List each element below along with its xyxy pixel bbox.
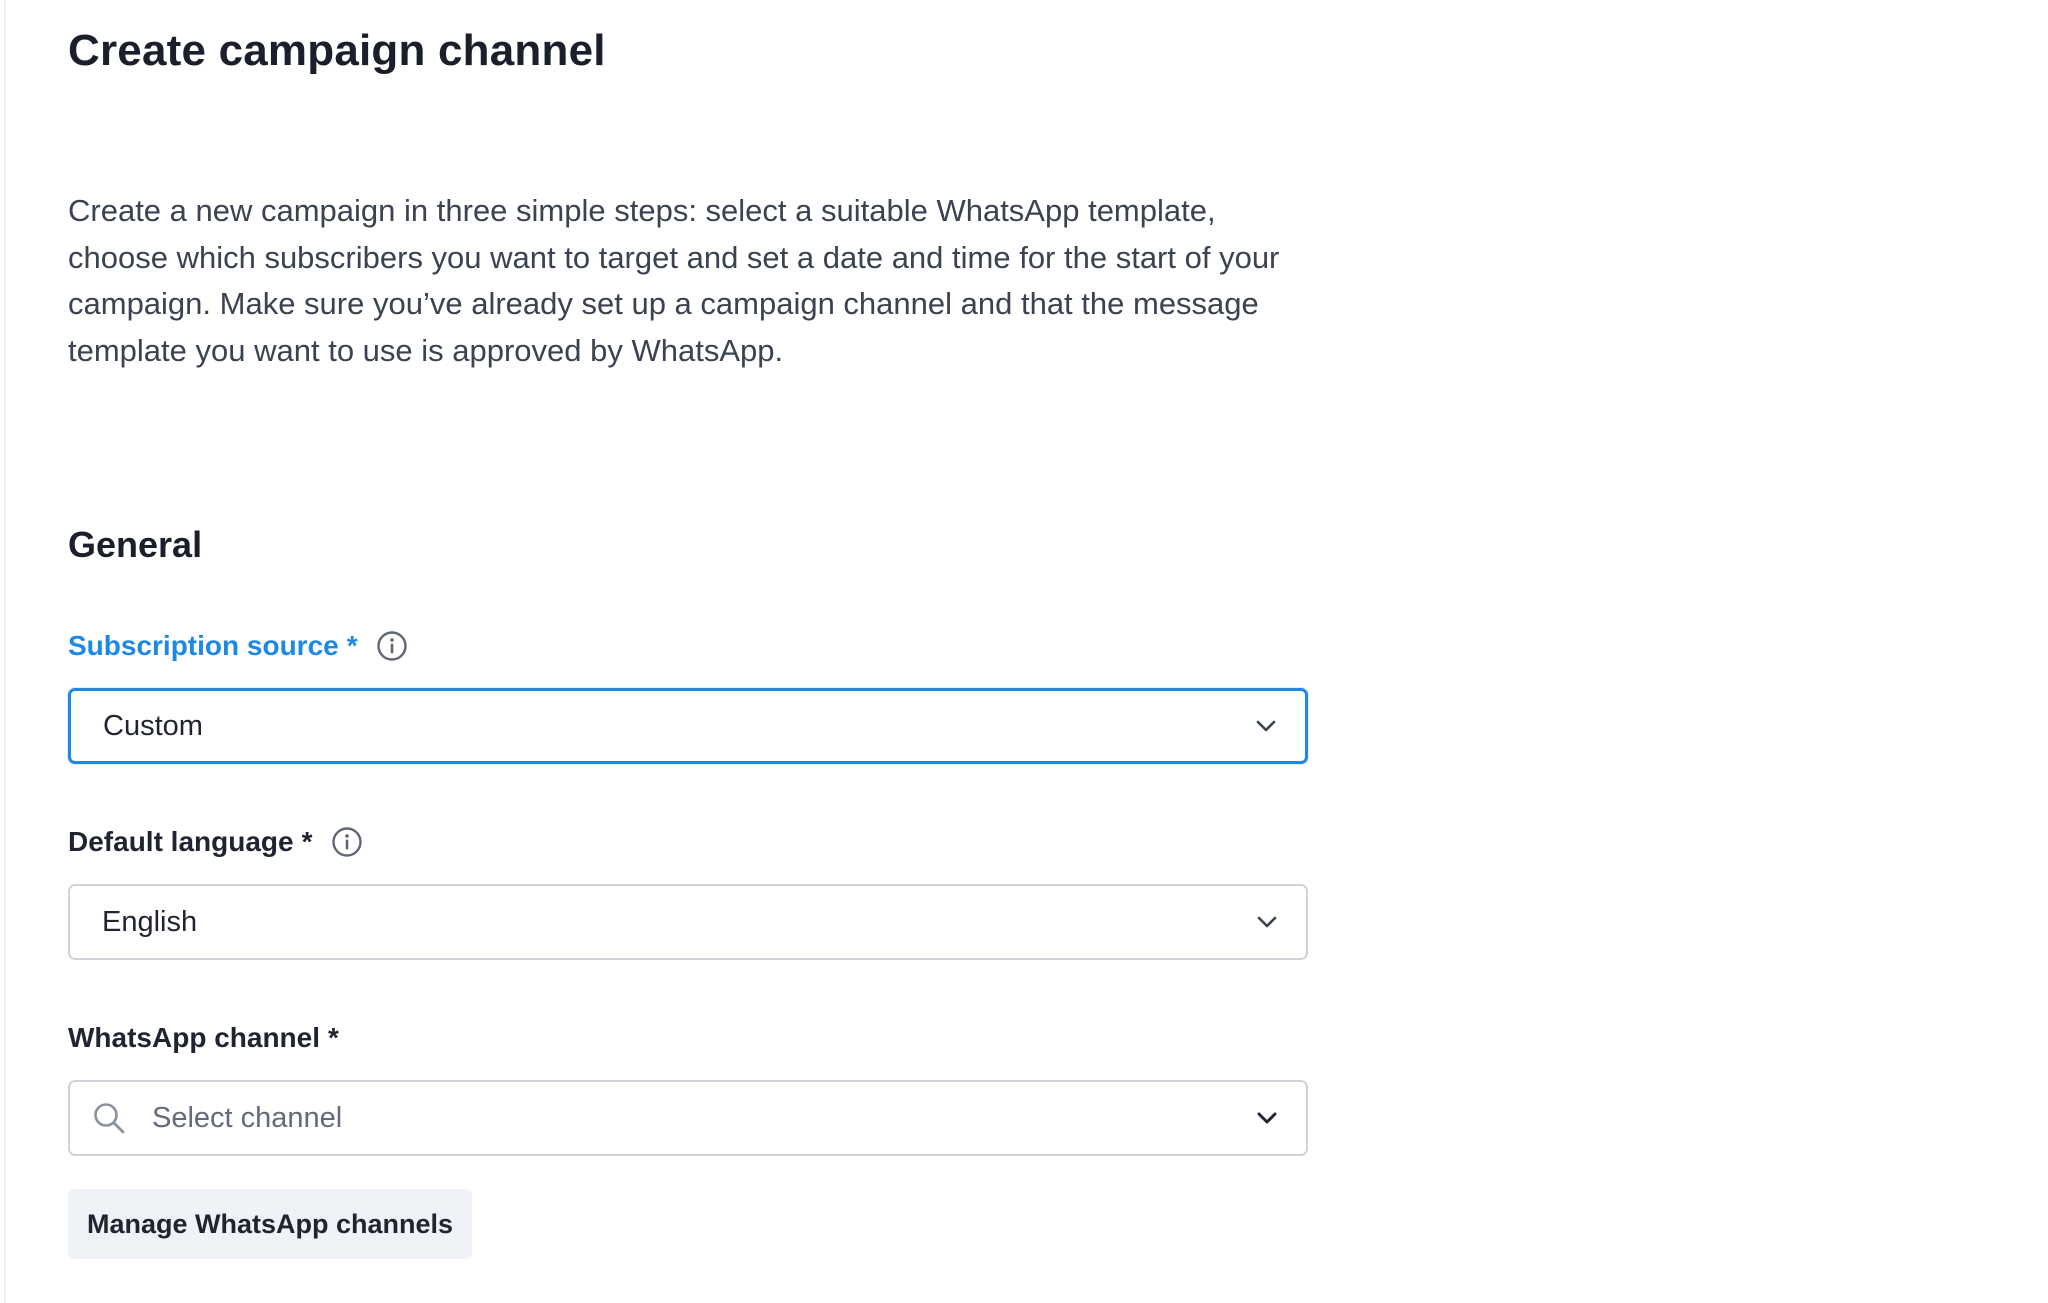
manage-whatsapp-channels-button[interactable]: Manage WhatsApp channels [68,1189,472,1259]
subscription-source-label: Subscription source * [68,630,408,662]
whatsapp-channel-placeholder: Select channel [152,1101,343,1134]
section-title-general: General [68,524,203,565]
search-icon [90,1099,128,1137]
chevron-down-icon [1254,909,1280,935]
whatsapp-channel-label: WhatsApp channel * [68,1022,339,1054]
info-circle-icon[interactable] [376,630,408,662]
required-mark: * [346,630,358,661]
chevron-down-icon [1254,1105,1280,1131]
page: Create campaign channel Create a new cam… [0,0,2048,1303]
left-divider [4,0,6,1303]
subscription-source-value: Custom [103,709,203,742]
subscription-source-select[interactable]: Custom [68,688,1308,764]
page-title: Create campaign channel [68,26,606,75]
whatsapp-channel-select[interactable]: Select channel [68,1080,1308,1156]
default-language-select[interactable]: English [68,884,1308,960]
chevron-down-icon [1253,713,1279,739]
subscription-source-label-text: Subscription source [68,630,339,661]
page-description: Create a new campaign in three simple st… [68,193,1280,368]
whatsapp-channel-label-text: WhatsApp channel [68,1022,321,1053]
required-mark: * [301,826,313,857]
default-language-label-text: Default language [68,826,294,857]
required-mark: * [328,1022,339,1053]
default-language-label: Default language * [68,826,363,858]
info-circle-icon[interactable] [331,826,363,858]
default-language-value: English [102,905,198,938]
